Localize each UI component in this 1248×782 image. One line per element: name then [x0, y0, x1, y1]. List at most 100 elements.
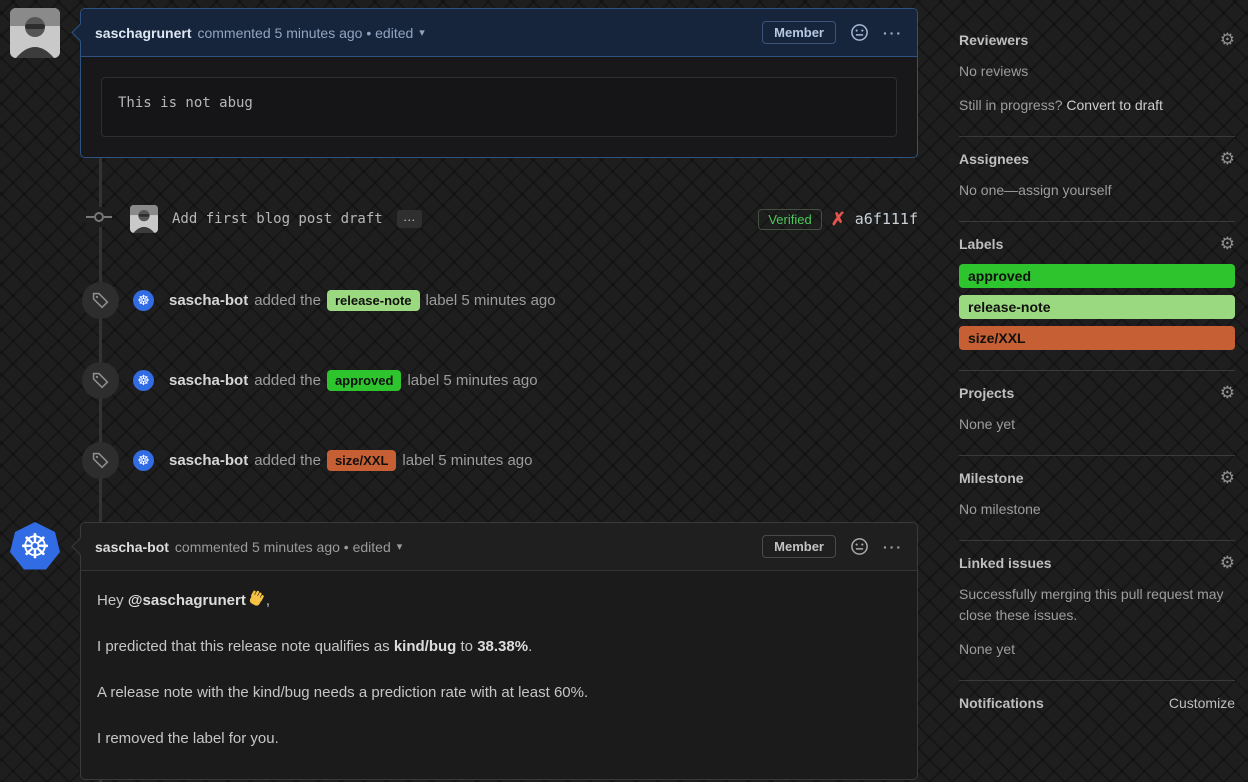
- comment-header: saschagrunert commented 5 minutes ago • …: [70, 9, 917, 57]
- event-actor[interactable]: sascha-bot: [169, 452, 248, 469]
- gear-icon[interactable]: ⚙: [1220, 31, 1235, 48]
- comment-paragraph: A release note with the kind/bug needs a…: [97, 684, 589, 701]
- assign-yourself-link[interactable]: assign yourself: [1018, 182, 1111, 198]
- commit-message[interactable]: Add first blog post draft: [172, 211, 383, 227]
- gear-icon[interactable]: ⚙: [1220, 384, 1235, 401]
- comment-timestamp[interactable]: commented 5 minutes ago • edited: [175, 539, 391, 555]
- member-badge[interactable]: Member: [762, 21, 836, 44]
- projects-title[interactable]: Projects: [959, 385, 1014, 401]
- convert-to-draft-link[interactable]: Convert to draft: [1066, 97, 1163, 113]
- prediction-text: I predicted that this release note quali…: [97, 638, 394, 655]
- comment-saschagrunert: saschagrunert commented 5 minutes ago • …: [70, 8, 918, 158]
- sidebar: Reviewers ⚙ No reviews Still in progress…: [959, 18, 1235, 731]
- status-failed-icon[interactable]: ✗: [831, 209, 846, 230]
- tag-icon: [82, 281, 119, 319]
- comment-author[interactable]: sascha-bot: [95, 539, 169, 555]
- event-actor[interactable]: sascha-bot: [169, 292, 248, 309]
- kubernetes-logo: ☸: [10, 522, 60, 570]
- label-pill[interactable]: size/XXL: [326, 449, 397, 471]
- projects-empty-text: None yet: [959, 416, 1016, 432]
- reviewers-title[interactable]: Reviewers: [959, 32, 1028, 48]
- greeting-text: Hey: [97, 592, 128, 609]
- sidebar-section-projects: Projects ⚙ None yet: [959, 371, 1235, 456]
- gear-icon[interactable]: ⚙: [1220, 469, 1235, 486]
- comment-header: sascha-bot commented 5 minutes ago • edi…: [70, 523, 917, 571]
- comment-body: Hey @saschagrunert, I predicted that thi…: [81, 571, 917, 779]
- comment-paragraph: I predicted that this release note quali…: [97, 635, 901, 659]
- sidebar-label-release-note[interactable]: release-note: [959, 295, 1235, 319]
- bot-avatar[interactable]: ☸: [133, 369, 154, 391]
- sidebar-section-labels: Labels ⚙ approved release-note size/XXL: [959, 222, 1235, 371]
- sidebar-label-size-xxl[interactable]: size/XXL: [959, 326, 1235, 350]
- reviewers-hint: Still in progress? Convert to draft: [959, 95, 1235, 116]
- user-photo: [10, 8, 60, 58]
- wave-hand-icon: [248, 590, 266, 608]
- sidebar-section-reviewers: Reviewers ⚙ No reviews Still in progress…: [959, 18, 1235, 137]
- comment-paragraph: I removed the label for you.: [97, 730, 279, 747]
- commit-expander-button[interactable]: …: [396, 210, 422, 228]
- tag-icon: [82, 441, 119, 479]
- milestone-title[interactable]: Milestone: [959, 470, 1024, 486]
- verified-badge[interactable]: Verified: [758, 208, 822, 230]
- event-actor[interactable]: sascha-bot: [169, 372, 248, 389]
- kubernetes-wheel-icon: ☸: [19, 528, 51, 566]
- edited-dropdown-icon[interactable]: ▾: [397, 540, 403, 553]
- emoji-reaction-icon[interactable]: [850, 537, 869, 556]
- kind-bug-text: kind/bug: [393, 638, 457, 655]
- assignees-title[interactable]: Assignees: [959, 151, 1029, 167]
- label-event-row: ☸ sascha-bot added the approved label 5 …: [80, 361, 918, 399]
- event-suffix: label 5 minutes ago: [425, 291, 556, 309]
- prediction-mid: to: [456, 638, 478, 655]
- event-action: added the: [254, 451, 321, 469]
- event-suffix: label 5 minutes ago: [407, 371, 538, 389]
- sidebar-section-notifications: Notifications Customize: [959, 681, 1235, 731]
- comment-sascha-bot: sascha-bot commented 5 minutes ago • edi…: [70, 522, 918, 780]
- commit-sha-link[interactable]: a6f111f: [855, 210, 918, 228]
- tag-icon: [82, 361, 119, 399]
- comment-paragraph: Hey @saschagrunert,: [97, 589, 901, 613]
- label-pill[interactable]: release-note: [326, 289, 420, 311]
- comment-author[interactable]: saschagrunert: [95, 25, 191, 41]
- pull-request-page: saschagrunert commented 5 minutes ago • …: [0, 0, 1248, 782]
- prediction-suffix: .: [528, 638, 533, 655]
- label-event-row: ☸ sascha-bot added the release-note labe…: [80, 281, 918, 319]
- comment-body: This is not abug: [81, 57, 917, 157]
- member-badge[interactable]: Member: [762, 535, 836, 558]
- labels-title[interactable]: Labels: [959, 236, 1003, 252]
- sidebar-label-approved[interactable]: approved: [959, 264, 1235, 288]
- kebab-menu-icon[interactable]: ···: [883, 25, 903, 41]
- emoji-reaction-icon[interactable]: [850, 23, 869, 42]
- kebab-menu-icon[interactable]: ···: [883, 539, 903, 555]
- avatar[interactable]: [10, 8, 60, 58]
- hint-prefix: Still in progress?: [959, 97, 1067, 113]
- linked-issues-empty-text: None yet: [959, 641, 1016, 657]
- kubernetes-wheel-icon: ☸: [137, 372, 150, 388]
- prediction-percent: 38.38%: [477, 638, 529, 655]
- sidebar-section-assignees: Assignees ⚙ No one—assign yourself: [959, 137, 1235, 222]
- reviewers-empty-text: No reviews: [959, 63, 1029, 79]
- mention-link[interactable]: @saschagrunert: [128, 592, 246, 609]
- sidebar-section-milestone: Milestone ⚙ No milestone: [959, 456, 1235, 541]
- milestone-empty-text: No milestone: [959, 501, 1041, 517]
- bot-avatar[interactable]: ☸: [133, 289, 154, 311]
- customize-link[interactable]: Customize: [1169, 695, 1235, 711]
- bot-avatar[interactable]: ☸: [133, 449, 154, 471]
- sidebar-section-linked-issues: Linked issues ⚙ Successfully merging thi…: [959, 541, 1235, 681]
- label-pill[interactable]: approved: [326, 369, 402, 391]
- commit-author-avatar[interactable]: [130, 205, 158, 233]
- gear-icon[interactable]: ⚙: [1220, 150, 1235, 167]
- label-event-row: ☸ sascha-bot added the size/XXL label 5 …: [80, 441, 918, 479]
- bot-avatar-large[interactable]: ☸: [10, 522, 60, 572]
- notifications-title[interactable]: Notifications: [959, 695, 1044, 711]
- greeting-suffix: ,: [265, 592, 271, 609]
- gear-icon[interactable]: ⚙: [1220, 235, 1235, 252]
- gear-icon[interactable]: ⚙: [1220, 554, 1235, 571]
- linked-issues-title[interactable]: Linked issues: [959, 555, 1052, 571]
- bubble-caret: [70, 537, 90, 556]
- kubernetes-wheel-icon: ☸: [137, 292, 150, 308]
- event-action: added the: [254, 291, 321, 309]
- comment-timestamp[interactable]: commented 5 minutes ago • edited: [197, 25, 413, 41]
- edited-dropdown-icon[interactable]: ▾: [419, 26, 425, 39]
- bubble-caret: [70, 23, 90, 42]
- event-suffix: label 5 minutes ago: [402, 451, 533, 469]
